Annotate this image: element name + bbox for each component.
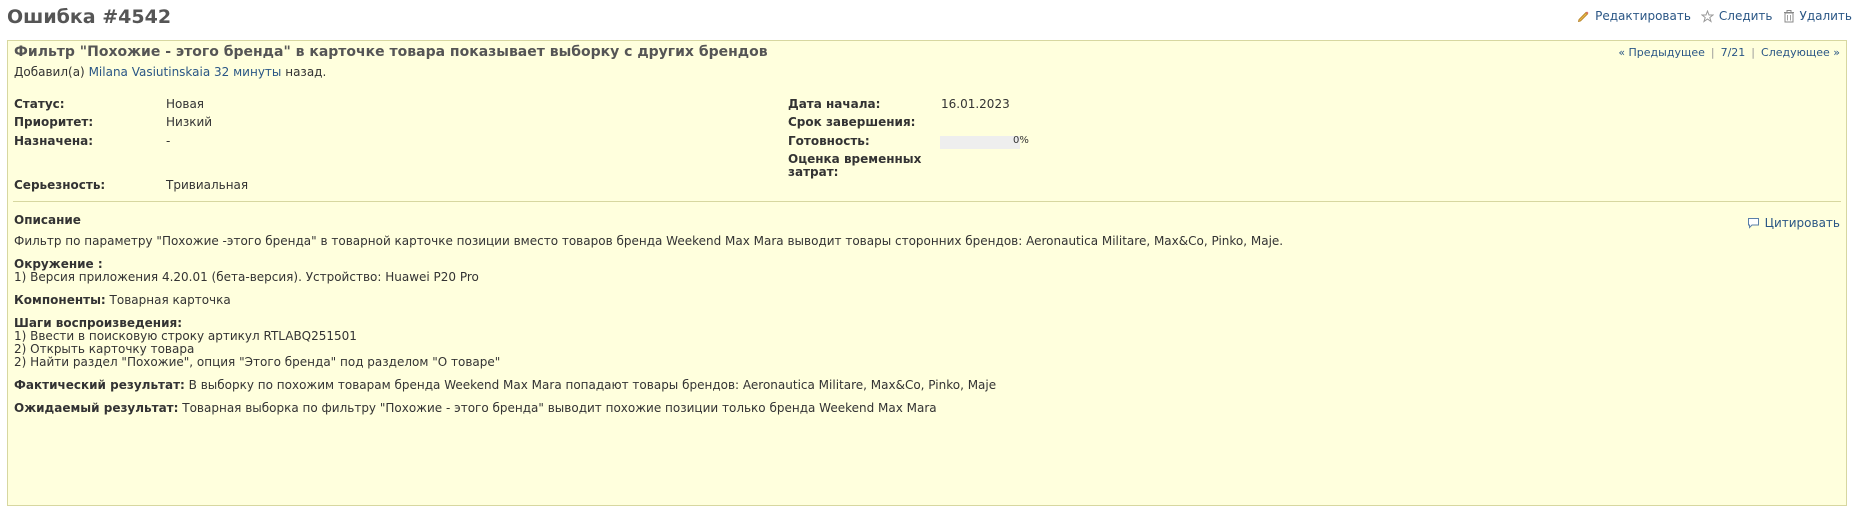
- progress-bar: [940, 136, 1020, 149]
- issue-position: 7/21: [1720, 46, 1746, 59]
- next-issue-link[interactable]: Следующее »: [1761, 46, 1840, 59]
- created-time-link[interactable]: 32 минуты: [214, 65, 281, 79]
- delete-label: Удалить: [1799, 9, 1853, 23]
- issue-subject: Фильтр "Похожие - этого бренда" в карточ…: [14, 44, 768, 60]
- watch-button[interactable]: Следить: [1700, 9, 1773, 23]
- author-link[interactable]: Milana Vasiutinskaia: [89, 65, 211, 79]
- description-intro: Фильтр по параметру "Похожие -этого брен…: [14, 234, 1284, 248]
- star-icon: [1700, 9, 1714, 23]
- severity-value: Тривиальная: [166, 178, 249, 192]
- watch-label: Следить: [1718, 9, 1773, 23]
- done-ratio-value: 0%: [1013, 135, 1029, 146]
- step-2: 2) Открыть карточку товара: [14, 342, 195, 356]
- priority-label: Приоритет:: [14, 115, 94, 129]
- page-title: Ошибка #4542: [7, 6, 172, 28]
- issue-author-line: Добавил(а) Milana Vasiutinskaia 32 минут…: [14, 65, 326, 79]
- speech-bubble-icon: [1747, 218, 1759, 229]
- step-3: 2) Найти раздел "Похожие", опция "Этого …: [14, 355, 501, 369]
- edit-button[interactable]: Редактировать: [1577, 9, 1691, 23]
- expected-result-label: Ожидаемый результат:: [14, 401, 179, 415]
- issue-actions: Редактировать Следить Удалить: [1577, 9, 1852, 23]
- estimate-label-line1: Оценка временных: [788, 152, 922, 166]
- severity-label: Серьезность:: [14, 178, 106, 192]
- quote-button[interactable]: Цитировать: [1747, 216, 1840, 230]
- done-ratio-label: Готовность:: [788, 134, 870, 148]
- trash-icon: [1783, 9, 1794, 22]
- assigned-label: Назначена:: [14, 134, 94, 148]
- description-body: Фильтр по параметру "Похожие -этого брен…: [14, 235, 1834, 425]
- author-suffix: назад.: [285, 65, 327, 79]
- environment-label: Окружение :: [14, 257, 103, 271]
- divider: [13, 201, 1841, 202]
- steps-label: Шаги воспроизведения:: [14, 316, 182, 330]
- status-value: Новая: [166, 97, 205, 111]
- components-label: Компоненты:: [14, 293, 106, 307]
- delete-button[interactable]: Удалить: [1783, 9, 1853, 23]
- actual-result-label: Фактический результат:: [14, 378, 185, 392]
- previous-issue-link[interactable]: « Предыдущее: [1618, 46, 1705, 59]
- step-1: 1) Ввести в поисковую строку артикул RTL…: [14, 329, 357, 343]
- author-prefix: Добавил(а): [14, 65, 85, 79]
- quote-label: Цитировать: [1764, 216, 1840, 230]
- environment-text: 1) Версия приложения 4.20.01 (бета-верси…: [14, 270, 479, 284]
- start-date-value: 16.01.2023: [941, 97, 1010, 111]
- components-text: Товарная карточка: [105, 293, 231, 307]
- issue-navigation: « Предыдущее | 7/21 | Следующее »: [1618, 46, 1840, 59]
- edit-label: Редактировать: [1595, 9, 1691, 23]
- status-label: Статус:: [14, 97, 65, 111]
- start-date-label: Дата начала:: [788, 97, 881, 111]
- pencil-icon: [1578, 11, 1589, 22]
- issue-details: « Предыдущее | 7/21 | Следующее » Фильтр "По…: [7, 40, 1847, 506]
- actual-result-text: В выборку по похожим товарам бренда Week…: [184, 378, 997, 392]
- description-title: Описание: [14, 213, 81, 227]
- priority-value: Низкий: [166, 115, 213, 129]
- assigned-value: -: [166, 134, 171, 148]
- expected-result-text: Товарная выборка по фильтру "Похожие - э…: [178, 401, 937, 415]
- estimate-label-line2: затрат:: [788, 165, 839, 179]
- due-date-label: Срок завершения:: [788, 115, 916, 129]
